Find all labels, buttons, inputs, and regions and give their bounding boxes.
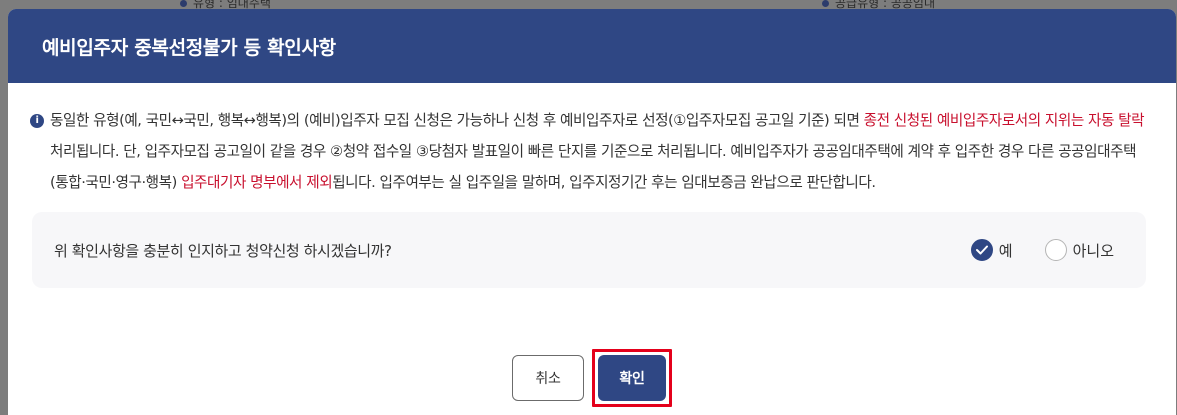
bullet-icon [822,0,829,7]
radio-no[interactable]: 아니오 [1044,239,1114,261]
confirm-box: 위 확인사항을 충분히 인지하고 청약신청 하시겠습니까? 예 아니오 [32,212,1146,288]
dialog-title: 예비입주자 중복선정불가 등 확인사항 [42,36,336,59]
radio-yes-indicator[interactable] [970,239,993,261]
confirm-question: 위 확인사항을 충분히 인지하고 청약신청 하시겠습니까? [54,241,392,260]
radio-no-label: 아니오 [1072,241,1114,260]
cancel-button[interactable]: 취소 [512,355,584,401]
notice-part-3: 됩니다. 입주여부는 실 입주일을 말하며, 입주지정기간 후는 임대보증금 완… [332,174,876,191]
dialog-header: 예비입주자 중복선정불가 등 확인사항 [8,9,1176,83]
notice-part-1: 동일한 유형(예, 국민↔국민, 행복↔행복)의 (예비)입주자 모집 신청은 … [50,112,864,129]
confirmation-dialog: 예비입주자 중복선정불가 등 확인사항 i 동일한 유형(예, 국민↔국민, 행복… [8,9,1176,415]
radio-yes[interactable]: 예 [970,239,1013,261]
notice-text: i 동일한 유형(예, 국민↔국민, 행복↔행복)의 (예비)입주자 모집 신청은… [30,105,1152,198]
confirm-button[interactable]: 확인 [598,355,666,401]
notice-highlight-1: 종전 신청된 예비입주자로서의 지위는 자동 탈락 [863,112,1145,129]
highlight-frame: 확인 [592,349,672,407]
confirm-radio-group: 예 아니오 [970,239,1114,261]
bullet-icon [180,0,187,7]
dialog-buttons: 취소 확인 [8,349,1176,407]
dialog-body: i 동일한 유형(예, 국민↔국민, 행복↔행복)의 (예비)입주자 모집 신청은… [8,83,1176,288]
notice-highlight-2: 입주대기자 명부에서 제외 [181,174,333,191]
radio-yes-label: 예 [998,241,1013,260]
radio-no-indicator[interactable] [1044,239,1067,261]
info-icon: i [30,114,44,128]
check-icon [975,245,988,255]
